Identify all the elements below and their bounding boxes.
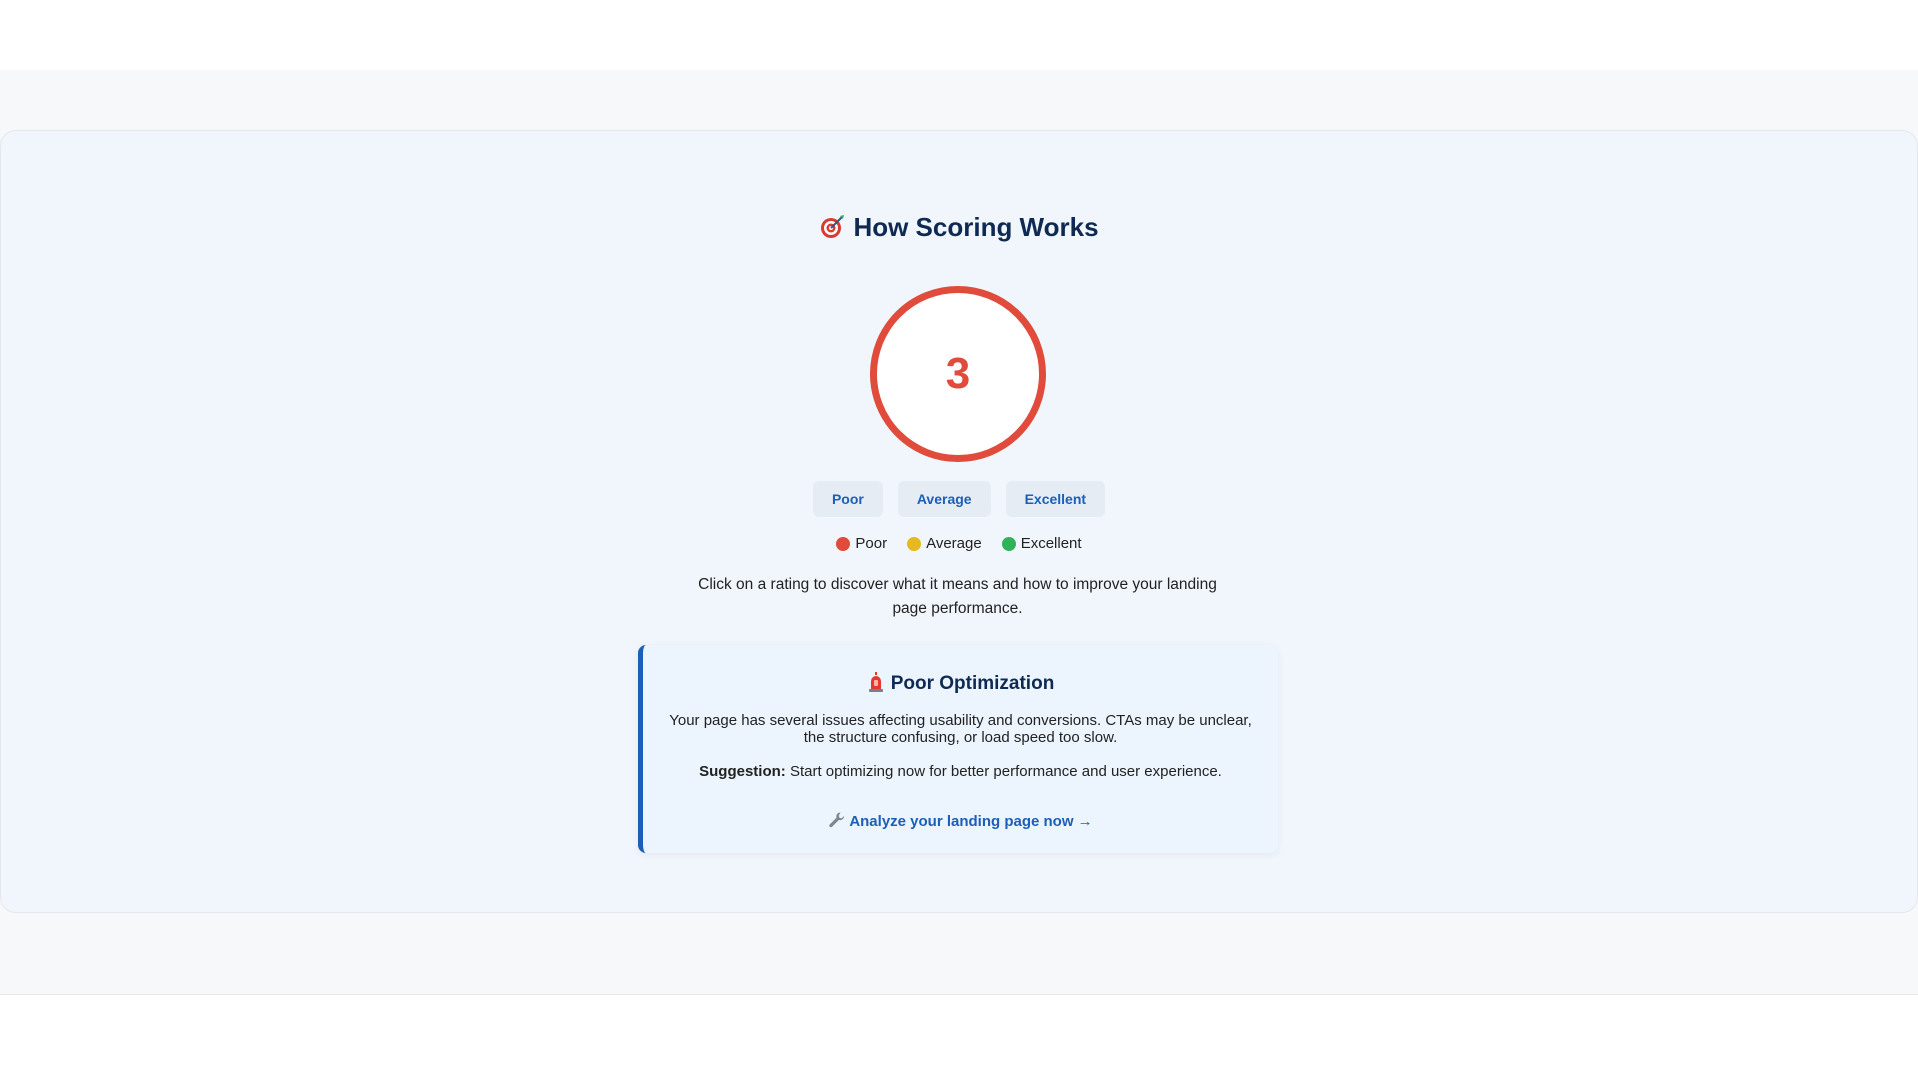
detail-title: Poor Optimization xyxy=(643,672,1278,695)
legend-label-average: Average xyxy=(926,535,982,552)
detail-suggestion: Suggestion: Start optimizing now for bet… xyxy=(643,763,1278,780)
legend-item-average: Average xyxy=(907,535,982,552)
rating-button-average[interactable]: Average xyxy=(897,481,991,517)
legend-label-poor: Poor xyxy=(855,535,888,552)
rating-buttons: Poor Average Excellent xyxy=(0,481,1918,517)
detail-description: Your page has several issues affecting u… xyxy=(669,712,1252,746)
section-title-text: How Scoring Works xyxy=(853,212,1099,242)
analyze-page-label[interactable]: Analyze your landing page now → xyxy=(849,813,1092,830)
target-icon xyxy=(821,215,845,238)
legend-dot-average xyxy=(907,536,922,551)
legend-label-excellent: Excellent xyxy=(1020,535,1082,552)
legend-dot-excellent xyxy=(1001,536,1016,551)
rating-legend: Poor Average Excellent xyxy=(0,535,1918,552)
score-value: 3 xyxy=(945,349,971,398)
instructions-text: Click on a rating to discover what it me… xyxy=(698,576,1217,617)
rating-detail-card: Poor Optimization Your page has several … xyxy=(638,645,1278,853)
suggestion-label: Suggestion: xyxy=(699,763,786,780)
section-title: How Scoring Works xyxy=(0,212,1918,243)
siren-icon xyxy=(868,672,883,692)
wrench-icon xyxy=(829,812,845,828)
suggestion-text: Start optimizing now for better performa… xyxy=(785,763,1222,780)
legend-dot-poor xyxy=(836,536,851,551)
legend-item-excellent: Excellent xyxy=(1001,535,1082,552)
rating-button-poor[interactable]: Poor xyxy=(812,481,883,517)
legend-item-poor: Poor xyxy=(836,535,887,552)
score-ring: 3 xyxy=(870,286,1046,462)
detail-title-text: Poor Optimization xyxy=(890,673,1055,694)
rating-button-excellent[interactable]: Excellent xyxy=(1005,481,1106,517)
analyze-page-link[interactable]: Analyze your landing page now → xyxy=(828,811,1093,830)
